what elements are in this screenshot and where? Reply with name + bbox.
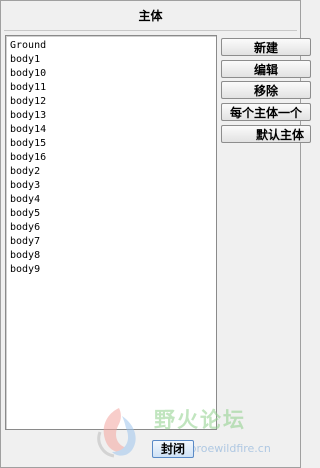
- each-body-button[interactable]: 每个主体一个: [221, 103, 311, 121]
- list-item[interactable]: Ground: [6, 39, 216, 53]
- default-body-button[interactable]: 默认主体: [221, 125, 311, 143]
- list-item[interactable]: body7: [6, 235, 216, 249]
- list-item[interactable]: body9: [6, 263, 216, 277]
- list-item[interactable]: body11: [6, 81, 216, 95]
- list-item[interactable]: body13: [6, 109, 216, 123]
- list-item[interactable]: body5: [6, 207, 216, 221]
- list-item[interactable]: body8: [6, 249, 216, 263]
- list-item[interactable]: body6: [6, 221, 216, 235]
- remove-button[interactable]: 移除: [221, 81, 311, 99]
- list-item[interactable]: body12: [6, 95, 216, 109]
- list-item[interactable]: body2: [6, 165, 216, 179]
- body-list[interactable]: Ground body1 body10 body11 body12 body13 body1…: [5, 35, 217, 430]
- dialog-title-text: 主体: [138, 9, 163, 23]
- edit-button[interactable]: 编辑: [221, 60, 311, 78]
- close-button[interactable]: 封闭: [152, 440, 194, 458]
- list-item[interactable]: body14: [6, 123, 216, 137]
- list-item[interactable]: body15: [6, 137, 216, 151]
- list-item[interactable]: body16: [6, 151, 216, 165]
- list-item[interactable]: body3: [6, 179, 216, 193]
- body-list-items: Ground body1 body10 body11 body12 body13 body1…: [6, 36, 216, 277]
- list-item[interactable]: body10: [6, 67, 216, 81]
- dialog-title: 主体: [0, 6, 301, 31]
- list-item[interactable]: body4: [6, 193, 216, 207]
- new-button[interactable]: 新建: [221, 38, 311, 56]
- title-divider: [4, 30, 297, 31]
- list-item[interactable]: body1: [6, 53, 216, 67]
